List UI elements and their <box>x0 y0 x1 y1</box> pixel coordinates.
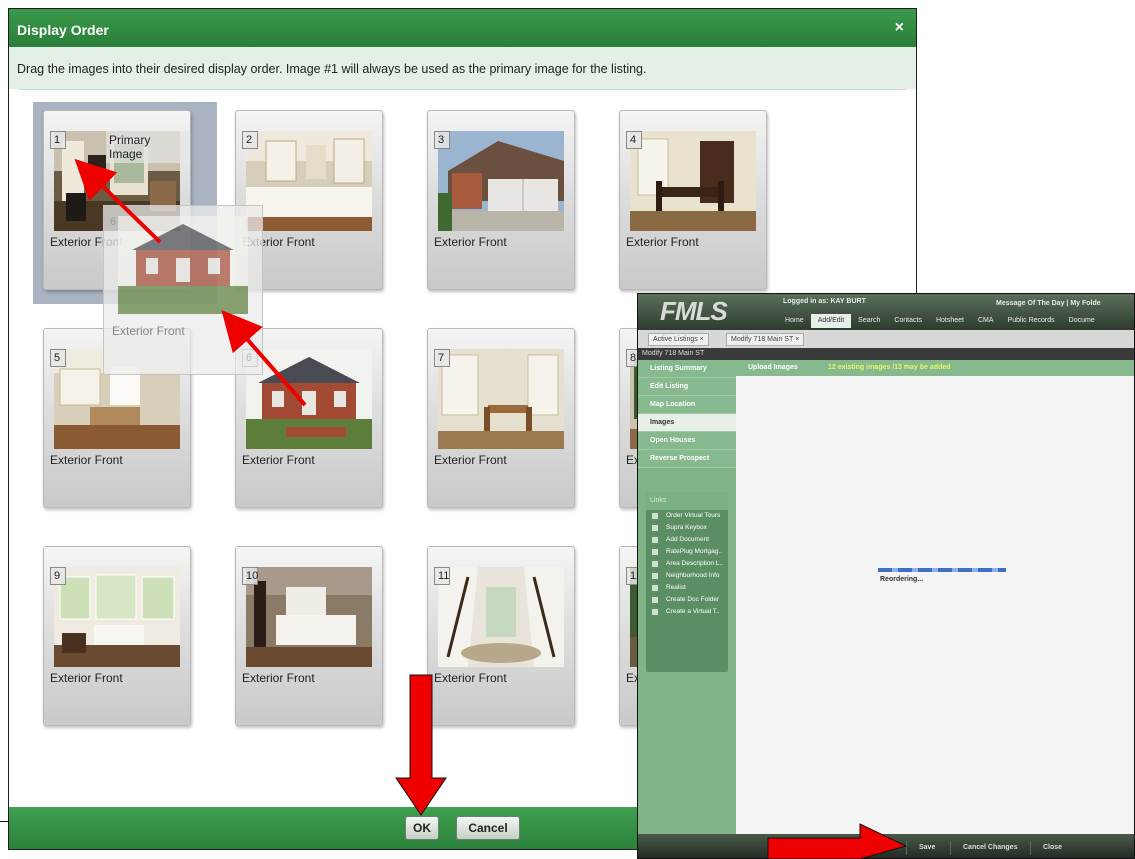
cancel-button[interactable]: Cancel <box>456 816 520 840</box>
inset-screenshot: FMLS Logged in as: KAY BURT Message Of T… <box>637 293 1135 859</box>
nav-documents[interactable]: Docume <box>1062 314 1102 328</box>
close-icon[interactable]: × <box>895 19 904 37</box>
tile-number: 10 <box>242 567 258 585</box>
dragged-image-ghost[interactable]: 6 Exterior Front <box>103 205 263 375</box>
link-item[interactable]: Neighborhood Info <box>646 570 728 582</box>
photo-foyer <box>438 567 564 667</box>
inset-nav: Home Add/Edit Search Contacts Hotsheet C… <box>778 314 1102 328</box>
close-button[interactable]: Close <box>1030 841 1074 855</box>
save-button[interactable]: Save <box>906 841 947 855</box>
tile-number: 5 <box>50 349 66 367</box>
photo-dining-room <box>630 131 756 231</box>
tile-number: 3 <box>434 131 450 149</box>
photo-bathroom <box>246 131 372 231</box>
upload-images-button[interactable]: Upload Images <box>748 364 798 371</box>
inset-sidebar: Listing Summary Edit Listing Map Locatio… <box>638 360 736 834</box>
sidebar-item-listing-summary[interactable]: Listing Summary <box>638 360 736 378</box>
breadcrumb: Modify 718 Main ST <box>638 348 1134 360</box>
tile-number: 1 <box>50 131 66 149</box>
logged-in-label: Logged in as: KAY BURT <box>783 298 866 305</box>
nav-hotsheet[interactable]: Hotsheet <box>929 314 971 328</box>
tile-caption: Exterior Front <box>242 671 315 685</box>
photo-breakfast-room <box>438 349 564 449</box>
cancel-changes-button[interactable]: Cancel Changes <box>950 841 1029 855</box>
sidebar-item-edit-listing[interactable]: Edit Listing <box>638 378 736 396</box>
link-item[interactable]: Supra Keybox <box>646 522 728 534</box>
primary-image-label: Primary Image <box>106 131 190 163</box>
reordering-status: Reordering... <box>880 576 924 583</box>
photo-garage <box>438 131 564 231</box>
link-item[interactable]: Order Virtual Tours <box>646 510 728 522</box>
photo-bedroom <box>246 567 372 667</box>
ok-button[interactable]: OK <box>405 816 439 840</box>
image-tile-4[interactable]: 4 Exterior Front <box>619 110 767 290</box>
links-panel: Links Order Virtual Tours Supra Keybox A… <box>646 492 728 672</box>
sidebar-item-map-location[interactable]: Map Location <box>638 396 736 414</box>
tile-caption: Exterior Front <box>242 453 315 467</box>
dialog-title: Display Order <box>9 9 916 47</box>
tile-number: 4 <box>626 131 642 149</box>
link-item[interactable]: Create Doc Folder <box>646 594 728 606</box>
tile-caption: Exterior Front <box>112 324 185 338</box>
link-item[interactable]: Area Description L.. <box>646 558 728 570</box>
message-of-day-link[interactable]: Message Of The Day | My Folde <box>996 300 1101 307</box>
photo-exterior-front <box>246 349 372 449</box>
upload-bar: Upload Images 12 existing images /13 may… <box>736 360 1134 376</box>
tile-number: 9 <box>50 567 66 585</box>
inset-bottom-bar: Save Cancel Changes Close <box>638 834 1134 858</box>
sidebar-item-reverse-prospect[interactable]: Reverse Prospect <box>638 450 736 468</box>
tile-caption: Exterior Front <box>434 235 507 249</box>
photo-exterior-front-ghost <box>118 216 248 314</box>
tile-caption: Exterior Front <box>50 671 123 685</box>
image-tile-10[interactable]: 10 Exterior Front <box>235 546 383 726</box>
nav-home[interactable]: Home <box>778 314 811 328</box>
nav-add-edit[interactable]: Add/Edit <box>810 314 852 328</box>
tile-caption: Exterior Front <box>50 453 123 467</box>
tile-caption: Exterior Front <box>626 235 699 249</box>
tile-number: 6 <box>110 216 117 228</box>
image-tile-7[interactable]: 7 Exterior Front <box>427 328 575 508</box>
image-tile-3[interactable]: 3 Exterior Front <box>427 110 575 290</box>
link-item[interactable]: Realist <box>646 582 728 594</box>
link-item[interactable]: RatePlug Mortgag.. <box>646 546 728 558</box>
tile-number: 2 <box>242 131 258 149</box>
tile-caption: Exterior Front <box>434 453 507 467</box>
link-item[interactable]: Create a Virtual T.. <box>646 606 728 618</box>
tile-number: 7 <box>434 349 450 367</box>
fmls-logo: FMLS <box>660 296 728 326</box>
instructions-text: Drag the images into their desired displ… <box>9 47 916 89</box>
progress-bar <box>878 568 1006 572</box>
margin-tick <box>0 821 9 822</box>
inset-tab-bar: Active Listings × Modify 718 Main ST × <box>638 330 1134 348</box>
photo-sunroom <box>54 567 180 667</box>
existing-images-note: 12 existing images /13 may be added <box>828 364 951 371</box>
image-tile-9[interactable]: 9 Exterior Front <box>43 546 191 726</box>
sidebar-item-open-houses[interactable]: Open Houses <box>638 432 736 450</box>
link-item[interactable]: Add Document <box>646 534 728 546</box>
tile-caption: Exterior Front <box>434 671 507 685</box>
image-tile-11[interactable]: 11 Exterior Front <box>427 546 575 726</box>
nav-contacts[interactable]: Contacts <box>887 314 929 328</box>
tile-number: 11 <box>434 567 450 585</box>
inset-main: Upload Images 12 existing images /13 may… <box>736 360 1134 834</box>
nav-cma[interactable]: CMA <box>971 314 1001 328</box>
tab-modify-listing[interactable]: Modify 718 Main ST × <box>726 333 805 346</box>
inset-header: FMLS Logged in as: KAY BURT Message Of T… <box>638 294 1134 330</box>
sidebar-item-images[interactable]: Images <box>638 414 736 432</box>
nav-public-records[interactable]: Public Records <box>1001 314 1062 328</box>
tab-active-listings[interactable]: Active Listings × <box>648 333 709 346</box>
links-header: Links <box>646 492 728 510</box>
nav-search[interactable]: Search <box>851 314 887 328</box>
